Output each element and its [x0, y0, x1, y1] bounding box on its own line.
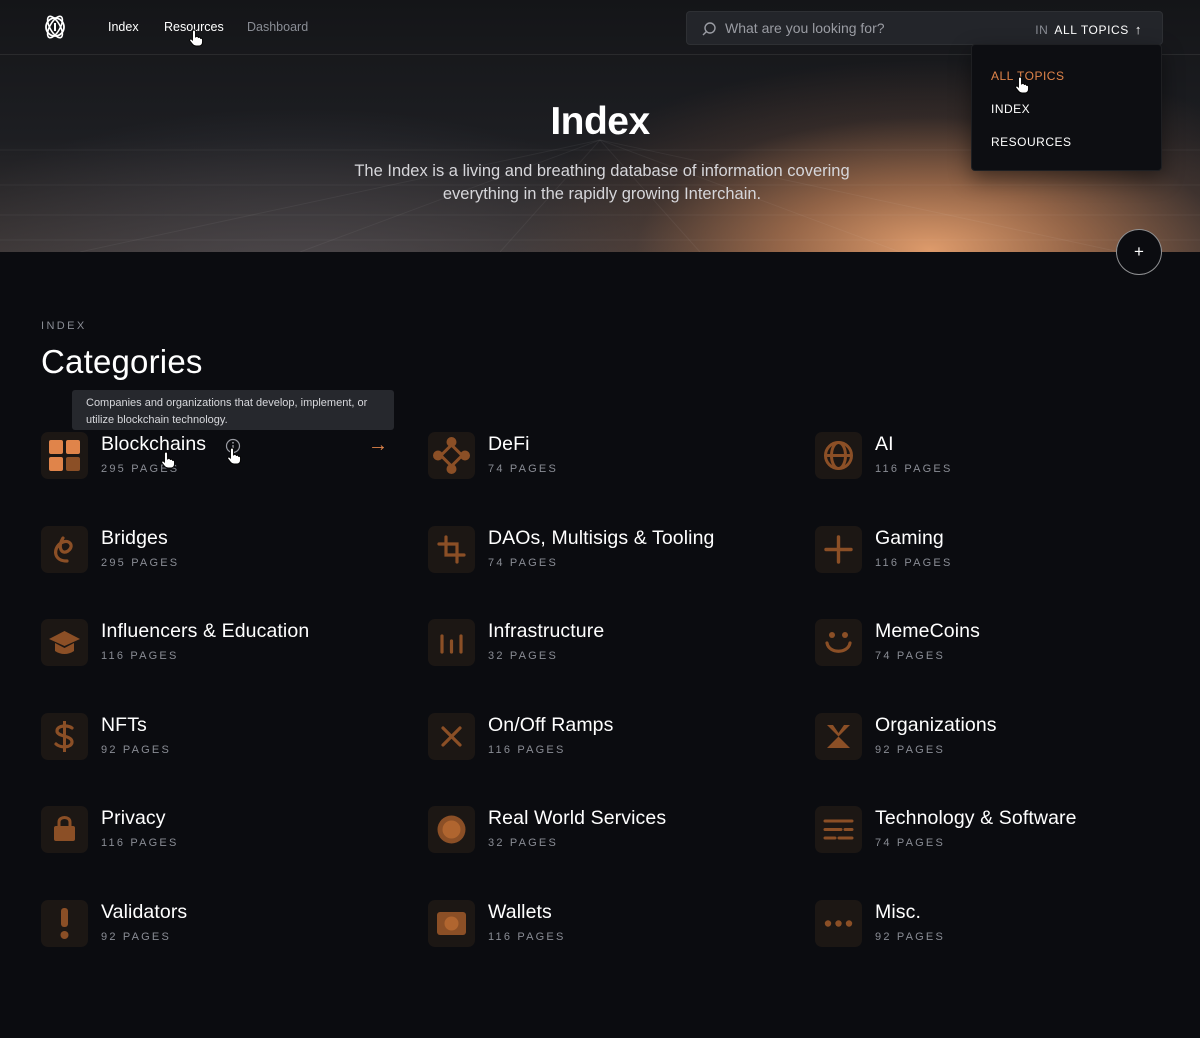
dropdown-option-all-topics[interactable]: ALL TOPICS: [991, 69, 1064, 83]
hourglass-icon: [815, 713, 862, 760]
lock-icon: [41, 806, 88, 853]
ai-orbit-icon: [815, 432, 862, 479]
crop-tool-icon: [428, 526, 475, 573]
category-on-off-ramps[interactable]: On/Off Ramps 116 PAGES: [428, 713, 798, 763]
search-icon: [702, 22, 716, 36]
plus-icon: +: [1134, 242, 1144, 261]
category-page-count: 92 PAGES: [101, 744, 171, 756]
category-name: DAOs, Multisigs & Tooling: [488, 527, 715, 549]
category-wallets[interactable]: Wallets 116 PAGES: [428, 900, 798, 950]
category-name: Influencers & Education: [101, 620, 310, 642]
category-page-count: 74 PAGES: [488, 463, 558, 475]
topic-dropdown-menu: ALL TOPICS INDEX RESOURCES: [971, 44, 1162, 171]
category-page-count: 116 PAGES: [875, 463, 953, 475]
category-tooltip: Companies and organizations that develop…: [72, 390, 394, 430]
category-name: Wallets: [488, 901, 552, 923]
bridge-loop-icon: [41, 526, 88, 573]
scope-value: ALL TOPICS: [1054, 23, 1129, 37]
category-page-count: 92 PAGES: [875, 744, 945, 756]
category-page-count: 116 PAGES: [101, 837, 179, 849]
graduation-cap-icon: [41, 619, 88, 666]
category-misc[interactable]: Misc. 92 PAGES: [815, 900, 1185, 950]
category-ai[interactable]: AI 116 PAGES: [815, 432, 1185, 482]
category-name: Infrastructure: [488, 620, 605, 642]
category-name: Misc.: [875, 901, 921, 923]
bars-icon: [428, 619, 475, 666]
category-page-count: 74 PAGES: [875, 837, 945, 849]
category-infrastructure[interactable]: Infrastructure 32 PAGES: [428, 619, 798, 669]
category-page-count: 295 PAGES: [101, 557, 180, 569]
scope-prefix: IN: [1035, 23, 1049, 37]
category-name: Organizations: [875, 714, 997, 736]
category-name: DeFi: [488, 433, 530, 455]
category-validators[interactable]: Validators 92 PAGES: [41, 900, 411, 950]
logo-icon[interactable]: [41, 13, 69, 41]
category-page-count: 116 PAGES: [875, 557, 953, 569]
arrow-up-icon: ↑: [1134, 22, 1142, 37]
defi-nodes-icon: [428, 432, 475, 479]
circle-icon: [428, 806, 475, 853]
category-gaming[interactable]: Gaming 116 PAGES: [815, 526, 1185, 576]
category-organizations[interactable]: Organizations 92 PAGES: [815, 713, 1185, 763]
category-page-count: 32 PAGES: [488, 650, 558, 662]
nav-link-index[interactable]: Index: [108, 20, 139, 34]
category-name: Gaming: [875, 527, 944, 549]
x-icon: [428, 713, 475, 760]
topic-scope-selector[interactable]: IN ALL TOPICS ↑: [1035, 22, 1142, 37]
category-bridges[interactable]: Bridges 295 PAGES: [41, 526, 411, 576]
category-page-count: 116 PAGES: [488, 744, 566, 756]
dropdown-option-index[interactable]: INDEX: [991, 102, 1030, 116]
category-name: Validators: [101, 901, 188, 923]
search-input[interactable]: [725, 12, 1025, 44]
category-blockchains[interactable]: Blockchains 295 PAGES →: [41, 432, 411, 482]
category-name: Blockchains: [101, 433, 207, 455]
smiley-icon: [815, 619, 862, 666]
category-defi[interactable]: DeFi 74 PAGES: [428, 432, 798, 482]
exclamation-icon: [41, 900, 88, 947]
nav-link-dashboard[interactable]: Dashboard: [247, 20, 308, 34]
category-name: Technology & Software: [875, 807, 1077, 829]
page-subtitle: The Index is a living and breathing data…: [354, 162, 850, 203]
category-technology-software[interactable]: Technology & Software 74 PAGES: [815, 806, 1185, 856]
arrow-right-icon[interactable]: →: [368, 434, 388, 457]
category-page-count: 74 PAGES: [488, 557, 558, 569]
category-page-count: 92 PAGES: [101, 931, 171, 943]
section-eyebrow: INDEX: [41, 320, 87, 332]
category-name: Bridges: [101, 527, 168, 549]
category-privacy[interactable]: Privacy 116 PAGES: [41, 806, 411, 856]
category-daos-multisigs-tooling[interactable]: DAOs, Multisigs & Tooling 74 PAGES: [428, 526, 798, 576]
info-icon[interactable]: [225, 438, 241, 454]
category-name: On/Off Ramps: [488, 714, 614, 736]
search-bar[interactable]: IN ALL TOPICS ↑: [686, 11, 1163, 45]
dollar-icon: [41, 713, 88, 760]
category-name: NFTs: [101, 714, 147, 736]
add-button[interactable]: +: [1116, 229, 1162, 275]
category-name: Privacy: [101, 807, 166, 829]
category-name: MemeCoins: [875, 620, 980, 642]
category-page-count: 74 PAGES: [875, 650, 945, 662]
blocks-grid-icon: [41, 432, 88, 479]
category-nfts[interactable]: NFTs 92 PAGES: [41, 713, 411, 763]
nav-link-resources[interactable]: Resources: [164, 20, 224, 34]
category-name: AI: [875, 433, 894, 455]
category-page-count: 295 PAGES: [101, 463, 180, 475]
category-name: Real World Services: [488, 807, 667, 829]
plus-cross-icon: [815, 526, 862, 573]
dropdown-option-resources[interactable]: RESOURCES: [991, 135, 1072, 149]
category-page-count: 116 PAGES: [101, 650, 179, 662]
category-page-count: 92 PAGES: [875, 931, 945, 943]
category-real-world-services[interactable]: Real World Services 32 PAGES: [428, 806, 798, 856]
text-lines-icon: [815, 806, 862, 853]
category-influencers-education[interactable]: Influencers & Education 116 PAGES: [41, 619, 411, 669]
dots-icon: [815, 900, 862, 947]
wallet-icon: [428, 900, 475, 947]
category-page-count: 32 PAGES: [488, 837, 558, 849]
category-page-count: 116 PAGES: [488, 931, 566, 943]
category-memecoins[interactable]: MemeCoins 74 PAGES: [815, 619, 1185, 669]
section-title: Categories: [41, 343, 203, 380]
